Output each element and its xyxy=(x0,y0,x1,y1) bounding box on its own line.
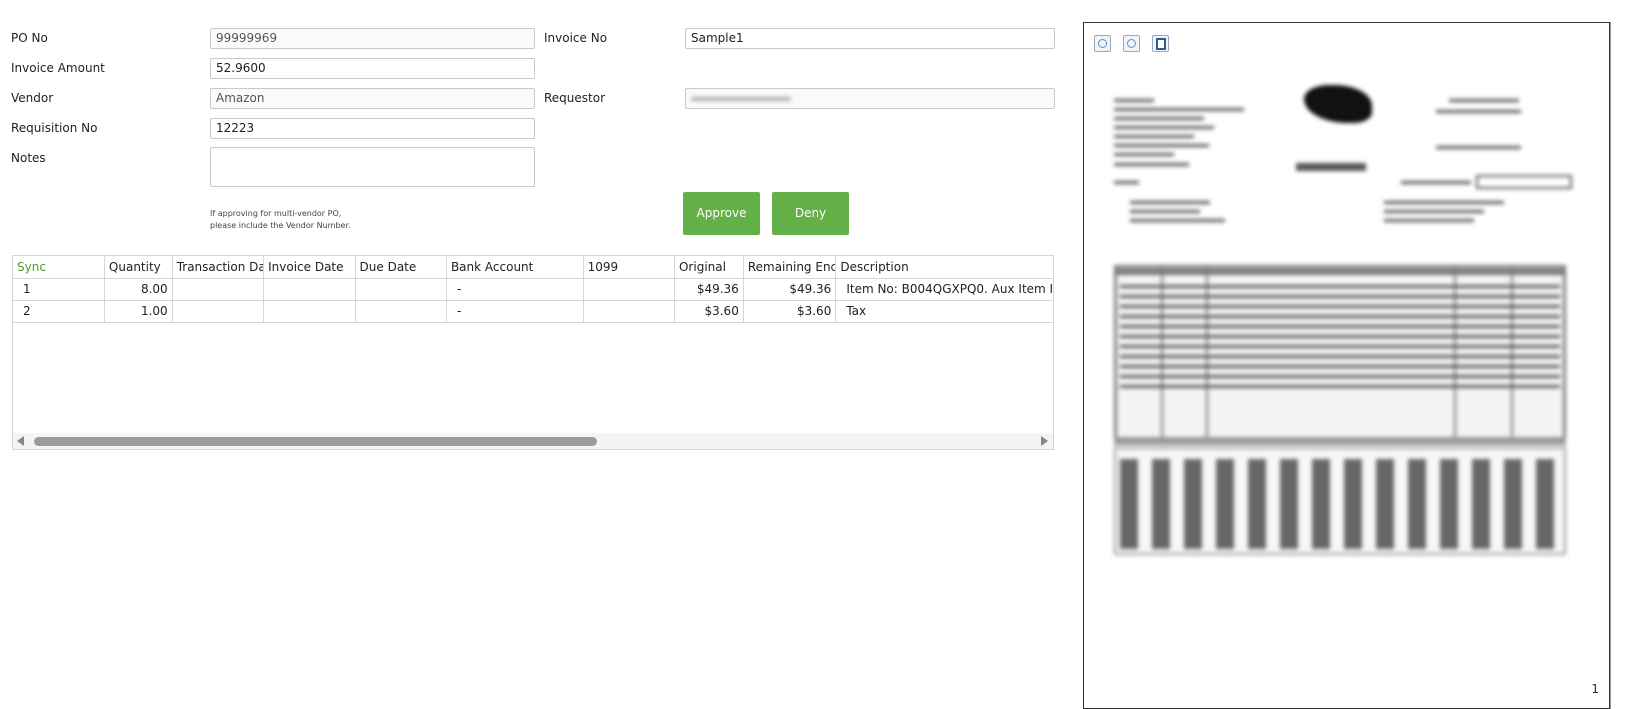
cell-sync[interactable]: 1 xyxy=(13,278,105,301)
cell-bank-account[interactable]: - xyxy=(446,300,584,323)
cell-quantity[interactable]: 8.00 xyxy=(104,278,173,301)
cell-quantity[interactable]: 1.00 xyxy=(104,300,173,323)
invoice-no-field[interactable]: Sample1 xyxy=(685,28,1055,49)
col-original[interactable]: Original xyxy=(674,256,744,279)
cell-remaining[interactable]: $49.36 xyxy=(743,278,837,301)
cell-description[interactable]: Item No: B004QGXPQ0. Aux Item ID: 144-45… xyxy=(835,278,1053,301)
invoice-amount-field[interactable]: 52.9600 xyxy=(210,58,535,79)
col-transaction-date[interactable]: Transaction Dat xyxy=(172,256,265,279)
cell-transaction-date[interactable] xyxy=(172,278,265,301)
grid-header-row: Sync Quantity Transaction Dat Invoice Da… xyxy=(13,256,1053,279)
requisition-no-field[interactable]: 12223 xyxy=(210,118,535,139)
cell-invoice-date[interactable] xyxy=(263,278,356,301)
col-remaining[interactable]: Remaining Enc xyxy=(743,256,837,279)
cell-due-date[interactable] xyxy=(355,278,447,301)
approve-button[interactable]: Approve xyxy=(683,192,760,235)
zoom-out-icon[interactable] xyxy=(1094,35,1111,52)
deny-button[interactable]: Deny xyxy=(772,192,849,235)
vendor-hint: If approving for multi-vendor PO, please… xyxy=(210,208,351,232)
cell-original[interactable]: $3.60 xyxy=(674,300,744,323)
hint-line-2: please include the Vendor Number. xyxy=(210,221,351,230)
invoice-preview-image xyxy=(1106,63,1586,583)
line-items-grid: Sync Quantity Transaction Dat Invoice Da… xyxy=(12,255,1054,450)
col-quantity[interactable]: Quantity xyxy=(104,256,173,279)
hint-line-1: If approving for multi-vendor PO, xyxy=(210,209,342,218)
cell-bank-account[interactable]: - xyxy=(446,278,584,301)
cell-1099[interactable] xyxy=(583,278,675,301)
invoice-no-label: Invoice No xyxy=(544,31,608,45)
fit-page-icon[interactable] xyxy=(1152,35,1169,52)
vendor-field[interactable]: Amazon xyxy=(210,88,535,109)
scroll-right-icon[interactable] xyxy=(1041,436,1048,446)
requisition-no-label: Requisition No xyxy=(11,121,98,135)
line-items-table: Sync Quantity Transaction Dat Invoice Da… xyxy=(13,256,1053,323)
requestor-blurred-value xyxy=(691,97,791,101)
po-no-field[interactable]: 99999969 xyxy=(210,28,535,49)
cell-original[interactable]: $49.36 xyxy=(674,278,744,301)
cell-invoice-date[interactable] xyxy=(263,300,356,323)
cell-due-date[interactable] xyxy=(355,300,447,323)
col-sync[interactable]: Sync xyxy=(13,256,105,279)
notes-field[interactable] xyxy=(210,147,535,187)
horizontal-scrollbar[interactable] xyxy=(13,433,1053,449)
col-invoice-date[interactable]: Invoice Date xyxy=(263,256,356,279)
invoice-amount-label: Invoice Amount xyxy=(11,61,105,75)
col-description[interactable]: Description xyxy=(835,256,1053,279)
cell-sync[interactable]: 2 xyxy=(13,300,105,323)
col-bank-account[interactable]: Bank Account xyxy=(446,256,584,279)
requestor-field[interactable] xyxy=(685,88,1055,109)
notes-label: Notes xyxy=(11,151,46,165)
scroll-left-icon[interactable] xyxy=(17,436,24,446)
viewer-edge xyxy=(1610,22,1611,709)
po-no-label: PO No xyxy=(11,31,48,45)
vendor-label: Vendor xyxy=(11,91,54,105)
page-number: 1 xyxy=(1591,682,1599,696)
zoom-in-icon[interactable] xyxy=(1123,35,1140,52)
cell-description[interactable]: Tax xyxy=(835,300,1053,323)
document-viewer[interactable]: 1 xyxy=(1083,22,1610,709)
table-row[interactable]: 2 1.00 - $3.60 $3.60 Tax xyxy=(13,300,1053,323)
cell-remaining[interactable]: $3.60 xyxy=(743,300,837,323)
cell-1099[interactable] xyxy=(583,300,675,323)
requestor-label: Requestor xyxy=(544,91,606,105)
col-due-date[interactable]: Due Date xyxy=(355,256,447,279)
col-1099[interactable]: 1099 xyxy=(583,256,675,279)
table-row[interactable]: 1 8.00 - $49.36 $49.36 Item No: B004QGXP… xyxy=(13,278,1053,301)
cell-transaction-date[interactable] xyxy=(172,300,265,323)
scrollbar-thumb[interactable] xyxy=(34,437,597,446)
vendor-logo-blur xyxy=(1304,85,1372,123)
